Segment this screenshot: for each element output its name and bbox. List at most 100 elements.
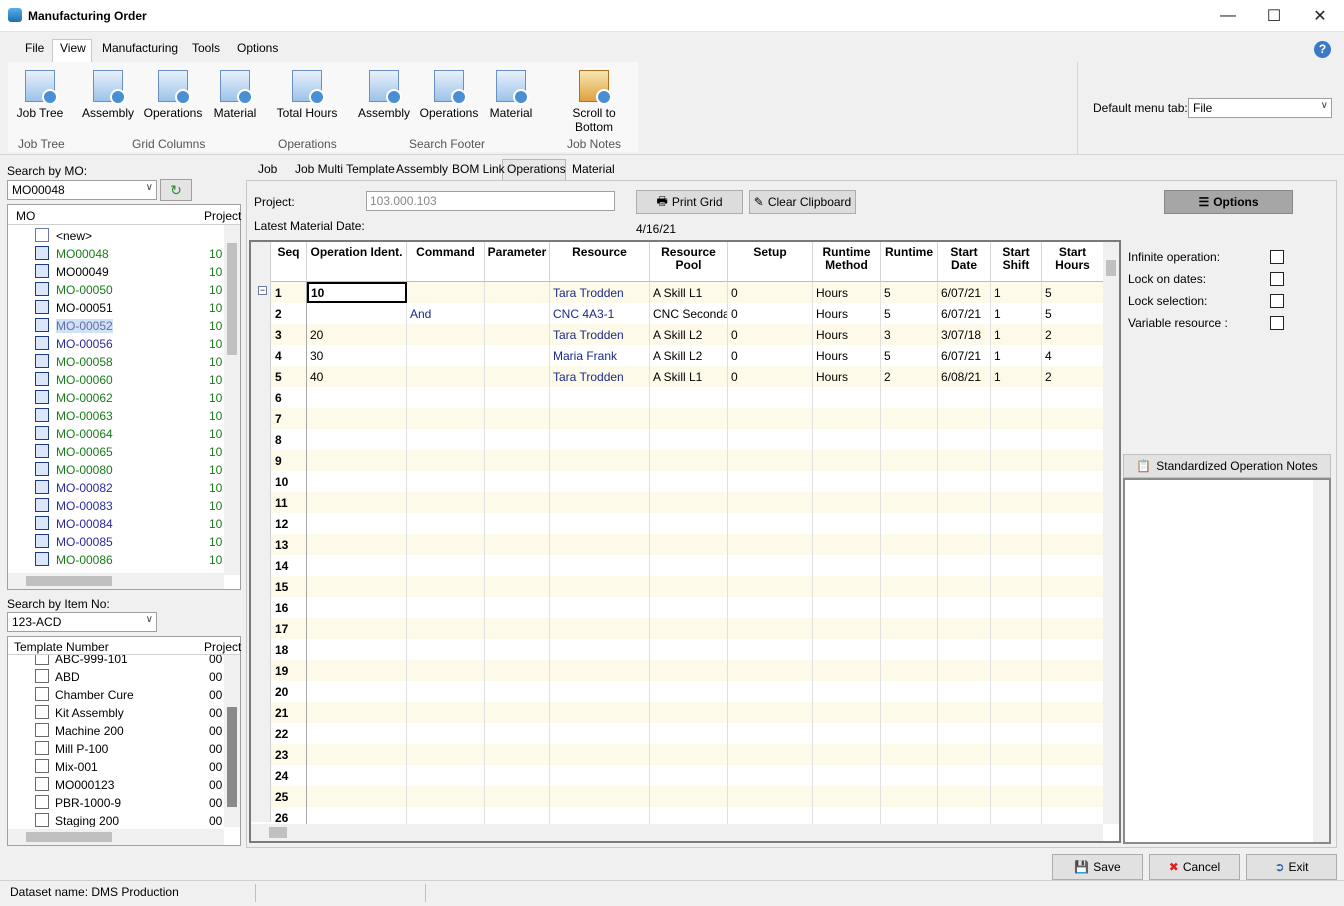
grid-cell[interactable]: 6/07/21	[938, 282, 991, 303]
list-item[interactable]: MO-00063 10	[8, 407, 223, 425]
save-button[interactable]: 💾 Save	[1052, 854, 1143, 880]
grid-cell[interactable]: 3/07/18	[938, 324, 991, 345]
grid-cell[interactable]: 6/07/21	[938, 303, 991, 324]
column-header[interactable]: Start Shift	[991, 242, 1042, 282]
search-material-button[interactable]: Material	[486, 70, 536, 120]
grid-cell[interactable]	[550, 597, 650, 618]
scroll-thumb[interactable]	[269, 827, 287, 838]
grid-cell[interactable]	[728, 408, 813, 429]
grid-cell[interactable]	[407, 639, 485, 660]
grid-cell[interactable]	[485, 702, 550, 723]
grid-cell[interactable]: A Skill L2	[650, 324, 728, 345]
grid-cell[interactable]	[1042, 576, 1103, 597]
grid-cell[interactable]	[813, 492, 881, 513]
table-row[interactable]: 3 20 Tara Trodden A Skill L2 0 Hours 3 3/07/18 1…	[271, 324, 1103, 345]
scroll-thumb[interactable]	[227, 243, 237, 355]
grid-cell[interactable]	[485, 366, 550, 387]
list-item[interactable]: MO000123 00	[8, 776, 223, 794]
grid-cell[interactable]	[485, 534, 550, 555]
grid-cell[interactable]	[881, 744, 938, 765]
grid-cell[interactable]	[938, 597, 991, 618]
grid-cell[interactable]	[813, 723, 881, 744]
grid-cell[interactable]	[407, 660, 485, 681]
list-item[interactable]: <new>	[8, 227, 223, 245]
list-item[interactable]: MO-00058 10	[8, 353, 223, 371]
grid-cell[interactable]	[650, 450, 728, 471]
clear-clipboard-button[interactable]: ✎ Clear Clipboard	[749, 190, 856, 214]
table-row[interactable]: 1 10 Tara Trodden A Skill L1 0 Hours 5 6/07/21 1…	[271, 282, 1103, 303]
table-row[interactable]: 23	[271, 744, 1103, 765]
grid-cell[interactable]	[307, 597, 407, 618]
grid-cell[interactable]	[881, 492, 938, 513]
grid-cell[interactable]	[938, 807, 991, 824]
grid-cell[interactable]	[813, 702, 881, 723]
grid-cell[interactable]	[1042, 786, 1103, 807]
grid-cell[interactable]	[1042, 639, 1103, 660]
help-icon[interactable]: ?	[1314, 41, 1331, 58]
grid-cell[interactable]: 1	[991, 366, 1042, 387]
grid-cell[interactable]	[728, 471, 813, 492]
grid-cell[interactable]	[307, 471, 407, 492]
grid-cell[interactable]	[650, 408, 728, 429]
table-row[interactable]: 26	[271, 807, 1103, 824]
grid-cell[interactable]	[485, 807, 550, 824]
grid-cell[interactable]	[1042, 723, 1103, 744]
grid-cell[interactable]: 1	[991, 345, 1042, 366]
table-row[interactable]: 17	[271, 618, 1103, 639]
grid-cell[interactable]	[550, 513, 650, 534]
close-icon[interactable]: ✕	[1297, 0, 1343, 32]
grid-cell[interactable]	[1042, 555, 1103, 576]
list-item[interactable]: MO-00083 10	[8, 497, 223, 515]
grid-cell[interactable]: 30	[307, 345, 407, 366]
column-header-template[interactable]: Template Number	[14, 640, 109, 654]
search-mo-input[interactable]: MO00048 ∨	[7, 180, 157, 200]
grid-cell[interactable]	[407, 807, 485, 824]
column-header-project[interactable]: Project	[204, 640, 241, 654]
grid-cell[interactable]	[1042, 618, 1103, 639]
grid-cell[interactable]	[991, 681, 1042, 702]
grid-cell[interactable]	[485, 555, 550, 576]
horizontal-scrollbar[interactable]	[251, 824, 1103, 841]
table-row[interactable]: 8	[271, 429, 1103, 450]
list-item[interactable]: MO-00084 10	[8, 515, 223, 533]
grid-cell[interactable]: 3	[881, 324, 938, 345]
grid-cell[interactable]	[991, 492, 1042, 513]
grid-cell[interactable]	[938, 492, 991, 513]
list-item[interactable]: MO-00060 10	[8, 371, 223, 389]
grid-cell[interactable]	[728, 723, 813, 744]
infinite-operation-checkbox[interactable]	[1270, 250, 1284, 264]
tab-bom-link[interactable]: BOM Link	[452, 162, 505, 176]
column-header[interactable]: Start Hours	[1042, 242, 1104, 282]
table-row[interactable]: 5 40 Tara Trodden A Skill L1 0 Hours 2 6/08/21 1…	[271, 366, 1103, 387]
list-item[interactable]: MO-00064 10	[8, 425, 223, 443]
grid-cell[interactable]	[307, 639, 407, 660]
scroll-to-bottom-button[interactable]: Scroll to Bottom	[552, 70, 636, 134]
tab-job[interactable]: Job	[258, 162, 277, 176]
list-item[interactable]: MO00049 10	[8, 263, 223, 281]
tab-operations[interactable]: Operations	[507, 162, 566, 176]
grid-cell[interactable]	[881, 408, 938, 429]
table-row[interactable]: 25	[271, 786, 1103, 807]
grid-cell[interactable]	[307, 807, 407, 824]
tab-tools[interactable]: Tools	[192, 41, 220, 55]
grid-cell[interactable]	[728, 513, 813, 534]
grid-cell[interactable]	[307, 387, 407, 408]
standardized-notes-button[interactable]: 📋 Standardized Operation Notes	[1123, 454, 1331, 478]
grid-cell[interactable]	[881, 576, 938, 597]
lock-selection-checkbox[interactable]	[1270, 294, 1284, 308]
table-row[interactable]: 18	[271, 639, 1103, 660]
grid-cell[interactable]	[1042, 597, 1103, 618]
grid-cell[interactable]	[307, 744, 407, 765]
grid-cell[interactable]	[485, 576, 550, 597]
grid-cell[interactable]	[407, 492, 485, 513]
grid-cell[interactable]	[650, 660, 728, 681]
table-row[interactable]: 12	[271, 513, 1103, 534]
grid-cell[interactable]	[938, 450, 991, 471]
grid-cell[interactable]: 0	[728, 345, 813, 366]
grid-cell[interactable]	[407, 471, 485, 492]
grid-cell[interactable]	[307, 702, 407, 723]
search-assembly-button[interactable]: Assembly	[356, 70, 412, 120]
grid-cell[interactable]	[881, 429, 938, 450]
grid-cell[interactable]	[991, 555, 1042, 576]
tab-view[interactable]: View	[60, 41, 86, 55]
